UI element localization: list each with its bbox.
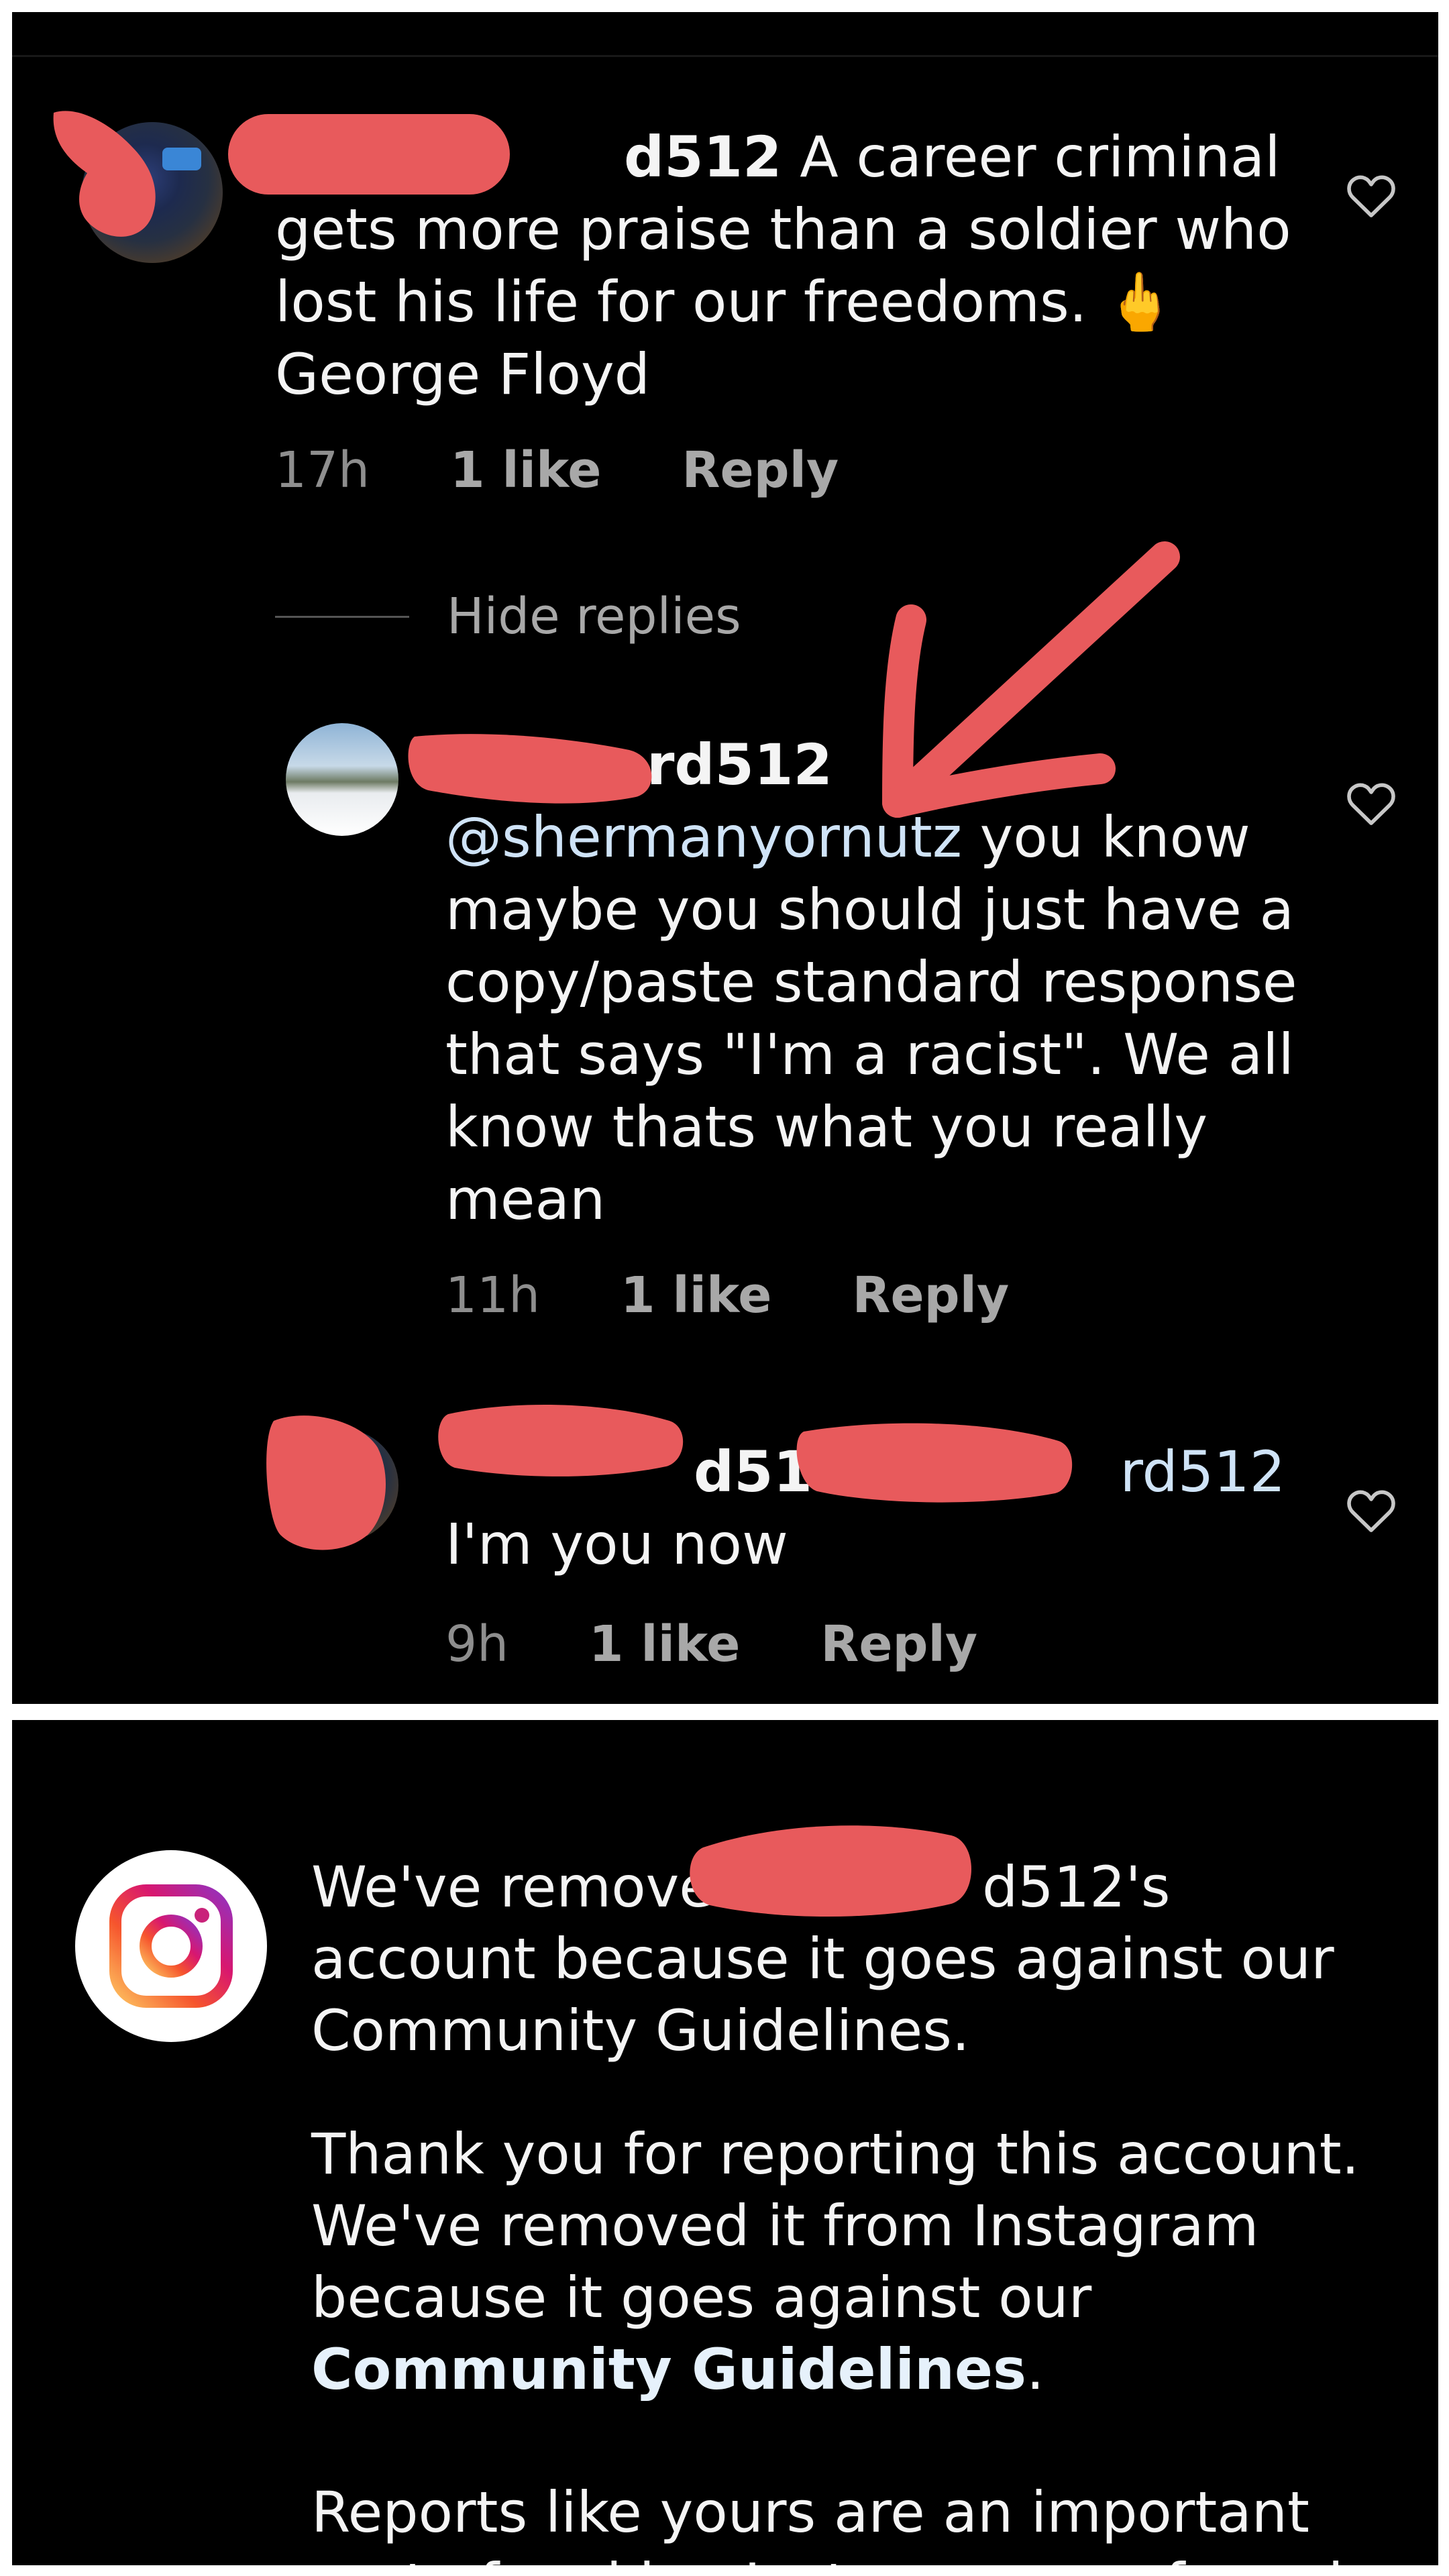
redaction-overlay [690,1825,971,1917]
comments-panel: d512 A career criminal gets more praise … [12,12,1438,1704]
redaction-scribble [53,111,1073,1550]
redaction-overlay [53,111,1180,1550]
notice-panel: We've remove d512's account because it go… [12,1720,1438,2565]
redaction-scribble [690,1825,971,1917]
arrow-annotation [882,541,1180,818]
